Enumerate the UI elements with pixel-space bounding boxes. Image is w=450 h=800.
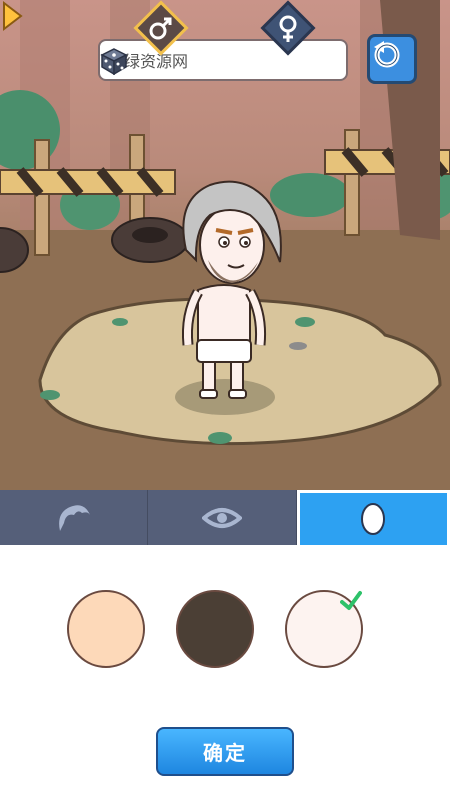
confirm-button[interactable]: 确定 bbox=[156, 727, 294, 776]
tab-eyes[interactable] bbox=[148, 490, 297, 545]
skin-swatch-dark[interactable] bbox=[176, 590, 254, 668]
skin-swatch-light[interactable] bbox=[67, 590, 145, 668]
female-gender-button[interactable] bbox=[260, 0, 316, 56]
face-icon bbox=[361, 503, 386, 535]
refresh-icon bbox=[374, 41, 400, 68]
arrow-right-icon[interactable] bbox=[0, 0, 24, 32]
reset-button[interactable] bbox=[367, 34, 417, 84]
tab-skin[interactable] bbox=[296, 490, 450, 545]
male-gender-button[interactable] bbox=[133, 0, 189, 56]
dice-icon[interactable] bbox=[100, 47, 128, 75]
hair-icon bbox=[58, 504, 90, 531]
selected-check-icon bbox=[340, 591, 362, 610]
eye-icon bbox=[201, 507, 242, 528]
game-scene: 新绿资源网 bbox=[0, 0, 450, 490]
tab-hair[interactable] bbox=[0, 490, 149, 545]
customization-tabs bbox=[0, 490, 450, 545]
